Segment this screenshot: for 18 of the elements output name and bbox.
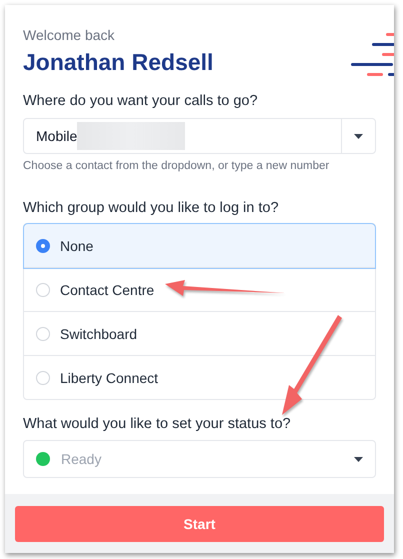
option-label: Switchboard xyxy=(60,326,138,342)
dropdown-value: Mobile xyxy=(36,128,78,144)
field-label: Where do you want your calls to go? xyxy=(23,93,259,109)
helper-text: Choose a contact from the dropdown, or type a new number xyxy=(23,160,330,172)
caret-icon xyxy=(354,456,363,462)
radio-option[interactable]: Liberty Connect xyxy=(24,356,375,399)
field-label: Which group would you like to log in to? xyxy=(23,200,280,216)
caret-icon xyxy=(354,134,363,138)
field-label: What would you like to set your status to? xyxy=(23,416,292,432)
greeting: Welcome back xyxy=(23,27,116,43)
destination-dropdown[interactable]: Mobile xyxy=(23,118,376,154)
option-label: Liberty Connect xyxy=(60,370,158,386)
user-name: Jonathan Redsell xyxy=(23,49,214,76)
radio-button[interactable] xyxy=(36,238,50,252)
radio-option[interactable]: None xyxy=(24,224,375,268)
option-label: Contact Centre xyxy=(60,282,154,298)
status-value: Ready xyxy=(61,451,102,467)
option-label: None xyxy=(60,238,94,254)
